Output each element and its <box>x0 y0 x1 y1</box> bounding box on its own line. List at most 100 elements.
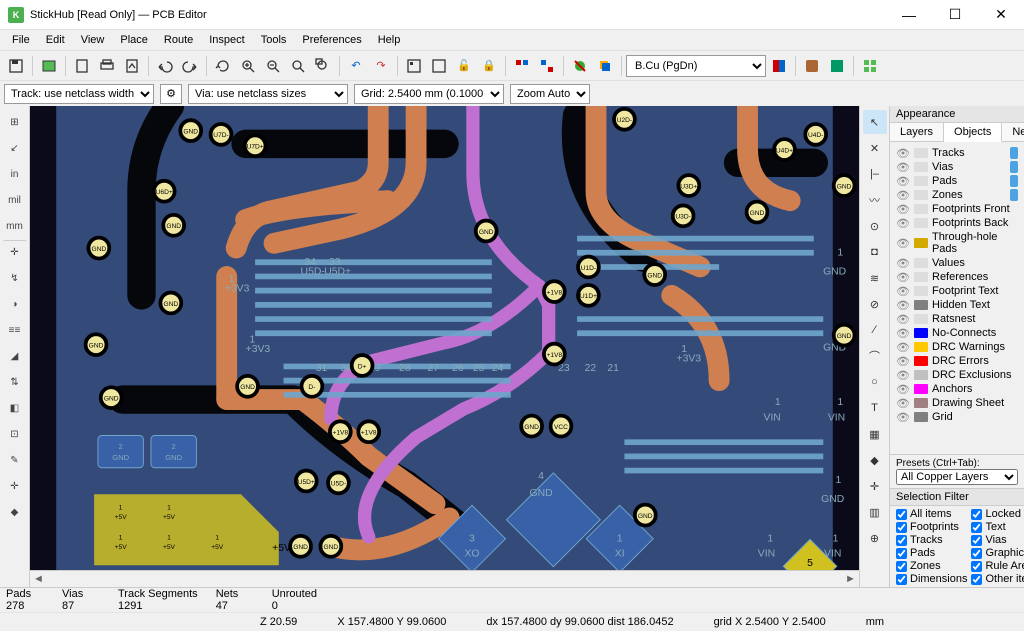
filter-graphics[interactable]: Graphics <box>971 547 1024 559</box>
right-tool-0[interactable]: ↖ <box>863 110 887 134</box>
visibility-icon[interactable]: 👁 <box>896 218 910 228</box>
filter-rule-areas[interactable]: Rule Areas <box>971 560 1024 572</box>
minimize-button[interactable]: — <box>886 0 932 30</box>
object-through-hole-pads[interactable]: 👁Through-hole Pads <box>890 230 1024 256</box>
color-swatch[interactable] <box>914 162 928 172</box>
update-pcb-icon[interactable] <box>427 54 451 78</box>
visibility-icon[interactable]: 👁 <box>896 272 910 282</box>
right-tool-8[interactable]: ∕ <box>863 318 887 342</box>
filter-footprints[interactable]: Footprints <box>896 521 967 533</box>
object-drawing-sheet[interactable]: 👁Drawing Sheet <box>890 396 1024 410</box>
footprint-wizard-icon[interactable] <box>402 54 426 78</box>
color-swatch[interactable] <box>914 286 928 296</box>
lock-open-icon[interactable]: 🔓 <box>452 54 476 78</box>
menu-help[interactable]: Help <box>370 32 409 48</box>
right-tool-12[interactable]: ▦ <box>863 422 887 446</box>
visibility-icon[interactable]: 👁 <box>896 204 910 214</box>
refresh-icon[interactable] <box>211 54 235 78</box>
color-swatch[interactable] <box>914 314 928 324</box>
horizontal-scrollbar[interactable]: ◄ ► <box>30 570 859 587</box>
color-swatch[interactable] <box>914 148 928 158</box>
right-tool-2[interactable]: |‒ <box>863 162 887 186</box>
right-tool-10[interactable]: ○ <box>863 370 887 394</box>
page-settings-icon[interactable] <box>70 54 94 78</box>
visibility-icon[interactable]: 👁 <box>896 258 910 268</box>
maximize-button[interactable]: ☐ <box>932 0 978 30</box>
zoom-fit-icon[interactable] <box>286 54 310 78</box>
color-swatch[interactable] <box>914 204 928 214</box>
left-tool-9[interactable]: ◢ <box>3 344 27 368</box>
object-footprints-back[interactable]: 👁Footprints Back <box>890 216 1024 230</box>
tab-objects[interactable]: Objects <box>944 123 1002 142</box>
visibility-icon[interactable]: 👁 <box>896 176 910 186</box>
menu-preferences[interactable]: Preferences <box>294 32 369 48</box>
filter-checkbox[interactable] <box>971 535 982 546</box>
filter-pads[interactable]: Pads <box>896 547 967 559</box>
color-swatch[interactable] <box>914 356 928 366</box>
color-swatch[interactable] <box>914 398 928 408</box>
object-hidden-text[interactable]: 👁Hidden Text <box>890 298 1024 312</box>
left-tool-4[interactable]: mm <box>3 214 27 238</box>
left-tool-5[interactable]: ✛ <box>3 240 27 264</box>
appearance-toggle-icon[interactable] <box>858 54 882 78</box>
layers-manager-icon[interactable] <box>593 54 617 78</box>
filter-vias[interactable]: Vias <box>971 534 1024 546</box>
opacity-slider[interactable] <box>1010 147 1018 159</box>
opacity-slider[interactable] <box>1010 161 1018 173</box>
filter-checkbox[interactable] <box>896 548 907 559</box>
filter-locked-items[interactable]: Locked items <box>971 508 1024 520</box>
color-swatch[interactable] <box>914 218 928 228</box>
visibility-icon[interactable]: 👁 <box>896 356 910 366</box>
drc-icon[interactable] <box>568 54 592 78</box>
menu-view[interactable]: View <box>73 32 113 48</box>
left-tool-8[interactable]: ≡≡ <box>3 318 27 342</box>
color-swatch[interactable] <box>914 258 928 268</box>
visibility-icon[interactable]: 👁 <box>896 412 910 422</box>
color-swatch[interactable] <box>914 176 928 186</box>
tab-nets[interactable]: Nets <box>1002 123 1024 141</box>
right-tool-3[interactable]: 〰 <box>863 188 887 212</box>
opacity-slider[interactable] <box>1010 175 1018 187</box>
presets-select[interactable]: All Copper Layers <box>896 469 1018 485</box>
right-tool-11[interactable]: T <box>863 396 887 420</box>
left-tool-1[interactable]: ↙ <box>3 136 27 160</box>
filter-checkbox[interactable] <box>896 522 907 533</box>
show-layers-icon[interactable] <box>825 54 849 78</box>
left-tool-6[interactable]: ↯ <box>3 266 27 290</box>
grid-select[interactable]: Grid: 2.5400 mm (0.1000 in) <box>354 84 504 104</box>
color-swatch[interactable] <box>914 190 928 200</box>
track-width-settings-icon[interactable]: ⚙ <box>160 84 182 104</box>
filter-checkbox[interactable] <box>971 561 982 572</box>
undo-last-icon[interactable]: ↶ <box>344 54 368 78</box>
via-size-select[interactable]: Via: use netclass sizes <box>188 84 348 104</box>
opacity-slider[interactable] <box>1010 189 1018 201</box>
right-tool-1[interactable]: ✕ <box>863 136 887 160</box>
plot-icon[interactable] <box>120 54 144 78</box>
right-tool-13[interactable]: ◆ <box>863 448 887 472</box>
color-swatch[interactable] <box>914 328 928 338</box>
color-swatch[interactable] <box>914 412 928 422</box>
tab-layers[interactable]: Layers <box>890 123 944 141</box>
layer-pair-icon[interactable] <box>767 54 791 78</box>
visibility-icon[interactable]: 👁 <box>896 398 910 408</box>
color-swatch[interactable] <box>914 342 928 352</box>
track-width-select[interactable]: Track: use netclass width <box>4 84 154 104</box>
right-tool-7[interactable]: ⊘ <box>863 292 887 316</box>
left-tool-2[interactable]: in <box>3 162 27 186</box>
filter-other-items[interactable]: Other items <box>971 573 1024 585</box>
menu-tools[interactable]: Tools <box>253 32 295 48</box>
object-tracks[interactable]: 👁Tracks <box>890 146 1024 160</box>
object-anchors[interactable]: 👁Anchors <box>890 382 1024 396</box>
filter-all-items[interactable]: All items <box>896 508 967 520</box>
object-no-connects[interactable]: 👁No-Connects <box>890 326 1024 340</box>
object-footprints-front[interactable]: 👁Footprints Front <box>890 202 1024 216</box>
visibility-icon[interactable]: 👁 <box>896 286 910 296</box>
filter-checkbox[interactable] <box>896 509 907 520</box>
redo-icon[interactable] <box>178 54 202 78</box>
color-swatch[interactable] <box>914 384 928 394</box>
object-references[interactable]: 👁References <box>890 270 1024 284</box>
redo-last-icon[interactable]: ↷ <box>369 54 393 78</box>
right-tool-14[interactable]: ✛ <box>863 474 887 498</box>
menu-file[interactable]: File <box>4 32 38 48</box>
visibility-icon[interactable]: 👁 <box>896 384 910 394</box>
